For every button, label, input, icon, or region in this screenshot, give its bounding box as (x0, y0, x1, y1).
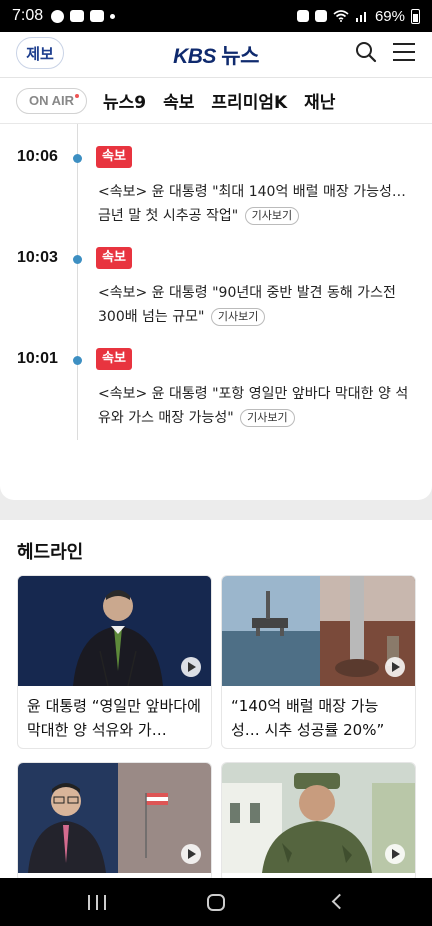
video-play-icon (181, 844, 201, 864)
notification-icons (51, 9, 116, 23)
alarm-icon (296, 10, 309, 22)
status-time: 7:08 (12, 7, 44, 24)
tile-caption: 윤 대통령 “영일만 앞바다에 막대한 양 석유와 가… (27, 697, 201, 739)
news-time: 10:06 (17, 148, 58, 165)
app-header: 제보 KBS 뉴스 (0, 32, 432, 78)
view-article-button[interactable]: 기사보기 (244, 207, 300, 225)
thumbnail-image (18, 576, 211, 686)
breaking-badge: 속보 (96, 348, 132, 370)
tab-news9[interactable]: 뉴스9 (103, 88, 146, 113)
back-icon[interactable] (331, 893, 348, 910)
video-play-icon (385, 844, 405, 864)
view-article-button[interactable]: 기사보기 (210, 308, 266, 326)
home-icon[interactable] (207, 894, 225, 911)
tile-caption: “140억 배럴 매장 가능성… 시추 성공률 20%” (231, 697, 385, 739)
video-play-icon (181, 657, 201, 677)
notification-app-icon (51, 9, 65, 23)
view-article-button[interactable]: 기사보기 (240, 409, 295, 427)
news-time: 10:01 (17, 350, 58, 367)
thumbnail-image (18, 763, 211, 873)
headline-tile[interactable] (221, 762, 416, 882)
menu-icon[interactable] (392, 41, 416, 63)
status-bar: 7:08 69% (0, 0, 432, 32)
news-time: 10:03 (17, 249, 58, 266)
news-title[interactable]: <속보> 윤 대통령 "포항 영일만 앞바다 막대한 양 석유와 가스 매장 가… (98, 382, 414, 430)
timeline-line (77, 124, 78, 440)
video-play-icon (385, 657, 405, 677)
thumbnail-image (222, 763, 415, 873)
section-title: 헤드라인 (17, 542, 84, 563)
headline-tile[interactable] (17, 762, 212, 882)
breaking-badge: 속보 (96, 146, 132, 168)
tab-breaking[interactable]: 속보 (163, 88, 194, 113)
headline-tile[interactable]: 윤 대통령 “영일만 앞바다에 막대한 양 석유와 가… (17, 575, 212, 749)
thumbnail-image (222, 576, 415, 686)
onair-label: ON AIR (29, 93, 75, 108)
logo-news: 뉴스 (221, 45, 259, 68)
news-title[interactable]: <속보> 윤 대통령 "90년대 중반 발견 동해 가스전 300배 넘는 규모… (98, 281, 414, 329)
timeline-dot-icon (73, 255, 82, 264)
system-status: 69% (296, 7, 420, 25)
headline-tile[interactable]: “140억 배럴 매장 가능성… 시추 성공률 20%” (221, 575, 416, 749)
news-title[interactable]: <속보> 윤 대통령 "최대 140억 배럴 매장 가능성… 금년 말 첫 시추… (98, 180, 414, 228)
breaking-news-card: 10:06 속보 <속보> 윤 대통령 "최대 140억 배럴 매장 가능성… … (0, 124, 432, 500)
tab-premium-k[interactable]: 프리미엄K (211, 88, 287, 113)
tab-disaster[interactable]: 재난 (304, 88, 335, 113)
signal-icon (355, 12, 366, 22)
category-nav: ON AIR 뉴스9 속보 프리미엄K 재난 (0, 78, 432, 124)
mute-icon (314, 10, 327, 22)
system-nav-bar (0, 878, 432, 926)
youtube-icon (90, 10, 105, 22)
headline-section: 헤드라인 윤 대통령 “영일만 앞바다에 막대한 양 석유와 가… “140억 … (0, 520, 432, 882)
battery-percent: 69% (374, 7, 405, 25)
onair-button[interactable]: ON AIR (16, 87, 88, 114)
more-notifications-icon (110, 13, 116, 19)
battery-icon (411, 8, 420, 24)
chat-icon (70, 10, 85, 22)
live-dot-icon (75, 93, 80, 98)
timeline-dot-icon (73, 356, 82, 365)
logo-kbs: KBS (173, 45, 216, 68)
wifi-icon (333, 10, 349, 22)
search-icon[interactable] (354, 40, 378, 64)
recent-apps-icon[interactable] (88, 895, 106, 910)
timeline-dot-icon (73, 154, 82, 163)
breaking-badge: 속보 (96, 247, 132, 269)
